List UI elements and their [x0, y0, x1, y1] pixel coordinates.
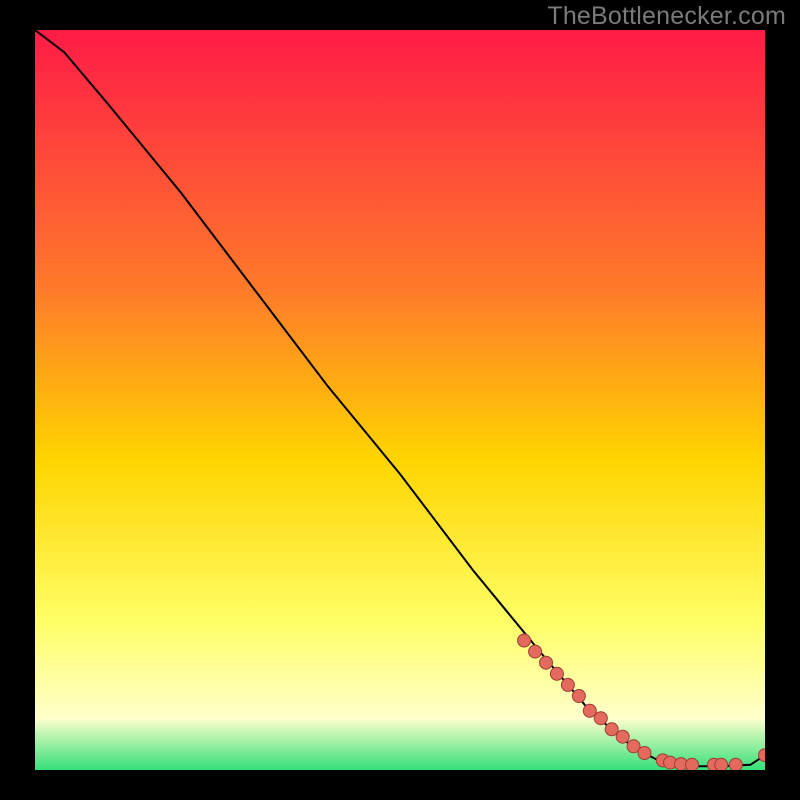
- data-point: [550, 667, 563, 680]
- data-point: [729, 758, 742, 770]
- data-point: [715, 758, 728, 770]
- data-point: [540, 656, 553, 669]
- data-point: [518, 634, 531, 647]
- data-point: [572, 690, 585, 703]
- data-point: [686, 758, 699, 770]
- chart-frame: TheBottlenecker.com: [0, 0, 800, 800]
- data-point: [594, 712, 607, 725]
- data-point: [638, 747, 651, 760]
- data-point: [529, 645, 542, 658]
- plot-area: [35, 30, 765, 770]
- watermark-text: TheBottlenecker.com: [547, 2, 786, 31]
- chart-svg: [35, 30, 765, 770]
- data-point: [605, 723, 618, 736]
- data-point: [561, 678, 574, 691]
- gradient-background: [35, 30, 765, 770]
- data-point: [616, 730, 629, 743]
- data-point: [583, 704, 596, 717]
